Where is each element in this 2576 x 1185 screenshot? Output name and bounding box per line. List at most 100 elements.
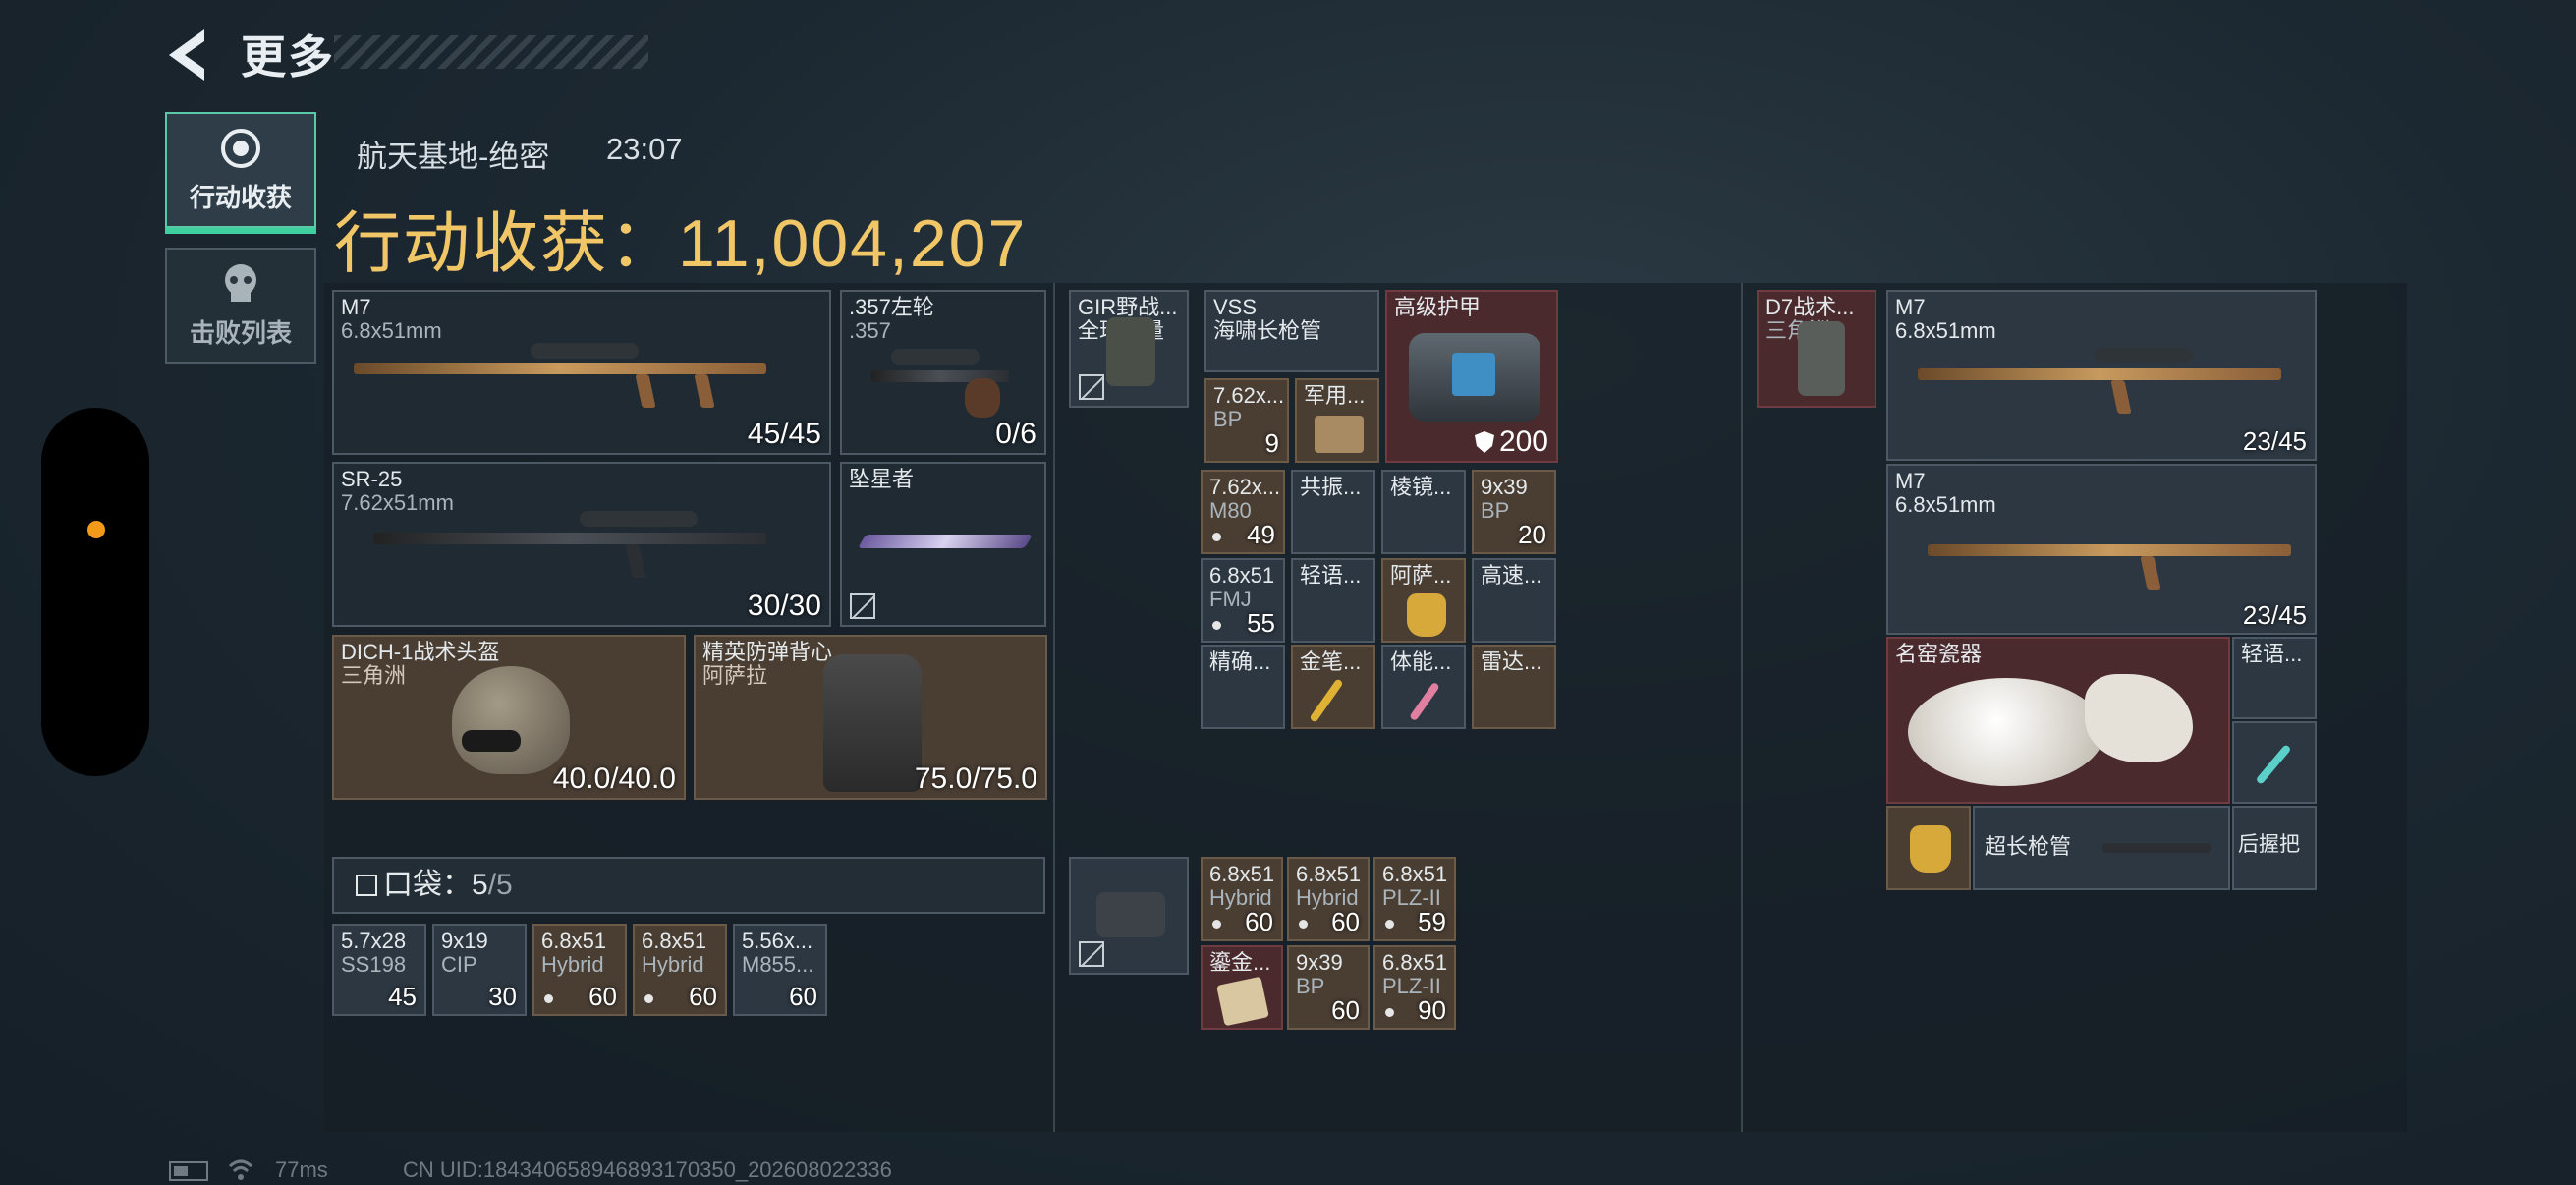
pocket-item[interactable]: 6.8x51 Hybrid 60 xyxy=(633,924,727,1016)
loot-weapon-slot[interactable]: M7 6.8x51mm 23/45 xyxy=(1886,464,2317,635)
item-name: 7.62x... xyxy=(1209,475,1281,499)
item-name: 6.8x51 xyxy=(642,929,707,953)
item-name: 9x39 xyxy=(1296,950,1343,975)
item-name: 棱镜... xyxy=(1390,475,1452,499)
loot-vase-slot[interactable]: 名窑瓷器 xyxy=(1886,637,2230,804)
item-name: 体能... xyxy=(1390,649,1452,674)
backpack-item[interactable]: 6.8x51 FMJ 55 xyxy=(1201,558,1285,643)
secondary-weapon-slot[interactable]: SR-25 7.62x51mm 30/30 xyxy=(332,462,831,627)
loot-weapon-slot[interactable]: M7 6.8x51mm 23/45 xyxy=(1886,290,2317,461)
status-dot xyxy=(87,521,105,538)
pocket-item[interactable]: 5.56x... M855... 60 xyxy=(733,924,827,1016)
item-name: 9x39 xyxy=(1481,475,1528,499)
backpack-item[interactable]: 阿萨... xyxy=(1381,558,1466,643)
scope-image xyxy=(580,511,698,527)
map-name: 航天基地-绝密 xyxy=(357,140,550,174)
pouch-item[interactable]: VSS 海啸长枪管 xyxy=(1204,290,1379,372)
pouch-item[interactable]: 军用... xyxy=(1295,378,1379,463)
tab-haul[interactable]: 行动收获 xyxy=(165,112,316,234)
tab-kill-list[interactable]: 击败列表 xyxy=(165,248,316,364)
loot-long-item[interactable]: 超长枪管 xyxy=(1973,806,2230,890)
loot-small-item[interactable]: 轻语... xyxy=(2232,637,2317,719)
item-name: M7 xyxy=(341,295,371,319)
item-sub: FMJ xyxy=(1209,587,1252,611)
item-name: 坠星者 xyxy=(849,467,915,491)
safe-item[interactable]: 6.8x51 Hybrid 60 xyxy=(1287,857,1370,941)
chest-rig-slot[interactable]: GIR野战... 全球力量 xyxy=(1069,290,1189,408)
back-arrow-icon xyxy=(169,29,204,81)
pouch-item[interactable]: 7.62x... BP 9 xyxy=(1204,378,1289,463)
haul-total: 行动收获：11,004,207 xyxy=(334,189,1027,286)
loot-small-item[interactable]: 后握把 xyxy=(2232,806,2317,890)
loot-small-item[interactable] xyxy=(2232,721,2317,804)
card-image xyxy=(1216,976,1269,1027)
item-name: VSS xyxy=(1213,295,1258,319)
item-count: 9 xyxy=(1264,428,1279,458)
stack-dot xyxy=(644,994,653,1003)
item-name: 6.8x51 xyxy=(1382,862,1448,886)
durability: 40.0/40.0 xyxy=(552,762,676,795)
user-uid: CN UID:1843406589468931703​50_2026080223… xyxy=(403,1157,892,1182)
loot-vest-slot[interactable]: D7战术... 三角洲 xyxy=(1757,290,1876,408)
item-name: 超长枪管 xyxy=(1985,834,2072,859)
helmet-image xyxy=(452,666,570,774)
backpack-item[interactable]: 雷达... xyxy=(1472,645,1556,729)
stack-dot xyxy=(1385,1008,1394,1017)
grip-image xyxy=(635,374,656,408)
rifle-image xyxy=(373,533,766,544)
ping: 77ms xyxy=(275,1157,328,1182)
item-count: 45 xyxy=(388,982,417,1011)
item-count: 20 xyxy=(1518,520,1546,549)
item-name: 后握把 xyxy=(2238,833,2300,856)
backpack-item[interactable]: 共振... xyxy=(1291,470,1375,554)
item-name: 名窑瓷器 xyxy=(1895,642,1983,666)
backpack-item[interactable]: 金笔... xyxy=(1291,645,1375,729)
item-name: 7.62x... xyxy=(1213,383,1285,408)
pocket-item[interactable]: 5.7x28 SS198 45 xyxy=(332,924,426,1016)
safe-item[interactable]: 6.8x51 PLZ-II 59 xyxy=(1373,857,1456,941)
haul-value: 11,004,207 xyxy=(678,206,1028,281)
item-name: 精英防弹背心 xyxy=(702,640,833,664)
backpack-item[interactable]: 7.62x... M80 49 xyxy=(1201,470,1285,554)
crate-image xyxy=(1315,416,1364,453)
melee-slot[interactable]: 坠星者 xyxy=(840,462,1046,627)
item-count: 60 xyxy=(1331,907,1360,936)
stack-dot xyxy=(1299,920,1308,929)
safe-item[interactable]: 9x39 BP 60 xyxy=(1287,945,1370,1030)
rig-image xyxy=(1106,317,1155,386)
backpack-item[interactable]: 精确... xyxy=(1201,645,1285,729)
pocket-count: 5 xyxy=(472,869,488,901)
item-sub: CIP xyxy=(441,952,477,977)
backpack-item[interactable]: 轻语... xyxy=(1291,558,1375,643)
tab-label: 行动收获 xyxy=(189,182,292,212)
pouch-item[interactable]: 高级护甲 200 xyxy=(1385,290,1558,463)
safe-item[interactable]: 6.8x51 Hybrid 60 xyxy=(1201,857,1283,941)
safe-item[interactable]: 鎏金... xyxy=(1201,945,1283,1030)
haul-label: 行动收获： xyxy=(334,206,679,281)
item-count: 60 xyxy=(1331,995,1360,1025)
helmet-slot[interactable]: DICH-1战术头盔 三角洲 40.0/40.0 xyxy=(332,635,686,800)
backpack-item[interactable]: 高速... xyxy=(1472,558,1556,643)
backpack-item[interactable]: 棱镜... xyxy=(1381,470,1466,554)
item-sub: M80 xyxy=(1209,498,1252,523)
item-sub: 海啸长枪管 xyxy=(1213,318,1322,343)
loot-small-item[interactable] xyxy=(1886,806,1971,890)
backpack-item[interactable]: 体能... xyxy=(1381,645,1466,729)
sidearm-slot[interactable]: .357左轮 .357 0/6 xyxy=(840,290,1046,455)
backpack-item[interactable]: 9x39 BP 20 xyxy=(1472,470,1556,554)
item-count: 30 xyxy=(488,982,517,1011)
safe-box-slot[interactable] xyxy=(1069,857,1189,975)
item-ammo: .357 xyxy=(849,318,891,343)
armor-value: 200 xyxy=(1474,425,1548,459)
battery-icon xyxy=(169,1161,208,1181)
safe-item[interactable]: 6.8x51 PLZ-II 90 xyxy=(1373,945,1456,1030)
back-button[interactable] xyxy=(165,26,214,85)
tab-label: 击败列表 xyxy=(189,317,292,348)
scope-image xyxy=(531,343,639,359)
pocket-item[interactable]: 6.8x51 Hybrid 60 xyxy=(532,924,627,1016)
side-drawer-handle[interactable] xyxy=(41,408,149,776)
pocket-item[interactable]: 9x19 CIP 30 xyxy=(432,924,527,1016)
grip-image xyxy=(694,374,715,408)
armor-slot[interactable]: 精英防弹背心 阿萨拉 75.0/75.0 xyxy=(694,635,1047,800)
primary-weapon-slot[interactable]: M7 6.8x51mm 45/45 xyxy=(332,290,831,455)
